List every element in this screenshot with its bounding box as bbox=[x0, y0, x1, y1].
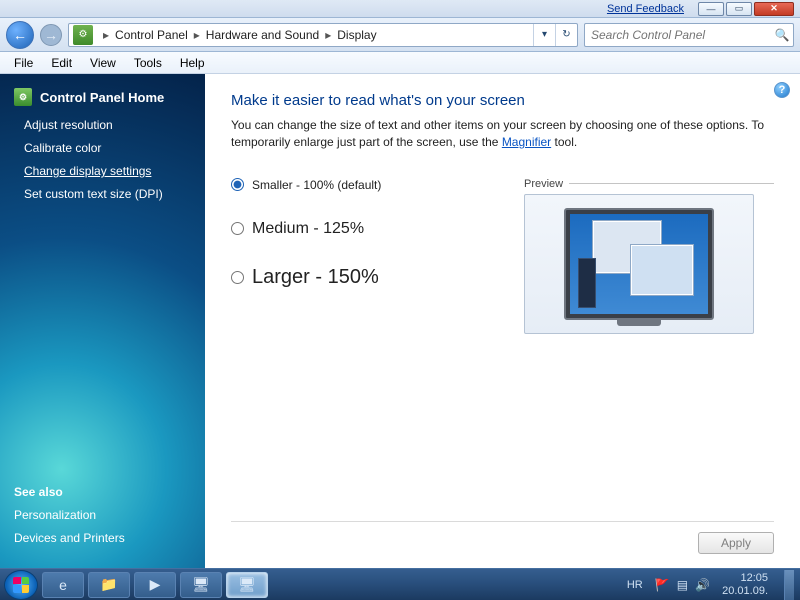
separator bbox=[231, 521, 774, 522]
maximize-button[interactable]: ▭ bbox=[726, 2, 752, 16]
label-medium: Medium - 125% bbox=[252, 220, 364, 238]
chevron-right-icon: ▸ bbox=[188, 28, 206, 42]
refresh-button[interactable]: ↻ bbox=[555, 24, 577, 46]
chevron-right-icon: ▸ bbox=[97, 28, 115, 42]
monitor-icon bbox=[564, 208, 714, 320]
taskbar-app1[interactable]: 🖥 bbox=[180, 572, 222, 598]
start-button[interactable] bbox=[4, 570, 38, 600]
label-larger: Larger - 150% bbox=[252, 266, 379, 289]
crumb-mid[interactable]: Hardware and Sound bbox=[206, 28, 319, 42]
sidebar-adjust-resolution[interactable]: Adjust resolution bbox=[24, 118, 191, 132]
menu-tools[interactable]: Tools bbox=[126, 54, 170, 72]
sidebar: ⚙ Control Panel Home Adjust resolution C… bbox=[0, 74, 205, 568]
menu-view[interactable]: View bbox=[82, 54, 124, 72]
taskbar-media-player[interactable]: ▶ bbox=[134, 572, 176, 598]
windows-flag-icon bbox=[13, 577, 29, 593]
tray-network-icon[interactable]: ▤ bbox=[677, 578, 688, 592]
show-desktop-button[interactable] bbox=[784, 570, 794, 600]
page-description: You can change the size of text and othe… bbox=[231, 117, 774, 152]
search-icon[interactable]: 🔍 bbox=[771, 28, 793, 42]
menu-help[interactable]: Help bbox=[172, 54, 213, 72]
sidebar-personalization[interactable]: Personalization bbox=[14, 508, 191, 522]
sidebar-custom-dpi[interactable]: Set custom text size (DPI) bbox=[24, 187, 191, 201]
window-titlebar: Send Feedback — ▭ ✕ bbox=[0, 0, 800, 18]
help-icon[interactable]: ? bbox=[774, 82, 790, 98]
sidebar-home-label: Control Panel Home bbox=[40, 90, 164, 105]
search-box[interactable]: 🔍 bbox=[584, 23, 794, 47]
clock[interactable]: 12:05 20.01.09. bbox=[722, 572, 768, 596]
send-feedback-link[interactable]: Send Feedback bbox=[607, 3, 684, 15]
option-larger[interactable]: Larger - 150% bbox=[231, 266, 484, 289]
tray-volume-icon[interactable]: 🔊 bbox=[695, 578, 710, 592]
control-panel-icon: ⚙ bbox=[14, 88, 32, 106]
menu-file[interactable]: File bbox=[6, 54, 41, 72]
desc-a: You can change the size of text and othe… bbox=[231, 118, 764, 149]
menu-edit[interactable]: Edit bbox=[43, 54, 80, 72]
preview-section: Preview bbox=[524, 178, 774, 334]
breadcrumb-dropdown[interactable]: ▾ bbox=[533, 24, 555, 46]
close-button[interactable]: ✕ bbox=[754, 2, 794, 16]
control-panel-home-link[interactable]: ⚙ Control Panel Home bbox=[14, 88, 191, 106]
see-also-heading: See also bbox=[14, 485, 191, 499]
minimize-button[interactable]: — bbox=[698, 2, 724, 16]
menu-bar: File Edit View Tools Help bbox=[0, 52, 800, 74]
tray-icons: 🚩 ▤ 🔊 bbox=[653, 578, 712, 592]
search-input[interactable] bbox=[585, 28, 771, 42]
clock-date: 20.01.09. bbox=[722, 585, 768, 597]
clock-time: 12:05 bbox=[722, 572, 768, 584]
scale-options: Smaller - 100% (default) Medium - 125% L… bbox=[231, 178, 484, 334]
navigation-bar: ← → ⚙ ▸ Control Panel ▸ Hardware and Sou… bbox=[0, 18, 800, 52]
desc-b: tool. bbox=[551, 135, 577, 149]
taskbar-display-active[interactable]: 🖥 bbox=[226, 572, 268, 598]
content-pane: ? Make it easier to read what's on your … bbox=[205, 74, 800, 568]
tray-flag-icon[interactable]: 🚩 bbox=[655, 578, 670, 592]
preview-divider bbox=[569, 183, 774, 184]
option-smaller[interactable]: Smaller - 100% (default) bbox=[231, 178, 484, 192]
taskbar-ie[interactable]: e bbox=[42, 572, 84, 598]
radio-smaller[interactable] bbox=[231, 178, 244, 191]
forward-button[interactable]: → bbox=[40, 24, 62, 46]
page-title: Make it easier to read what's on your sc… bbox=[231, 92, 774, 109]
apply-button[interactable]: Apply bbox=[698, 532, 774, 554]
sidebar-change-display-settings[interactable]: Change display settings bbox=[24, 164, 191, 178]
radio-larger[interactable] bbox=[231, 271, 244, 284]
taskbar-explorer[interactable]: 📁 bbox=[88, 572, 130, 598]
breadcrumb[interactable]: ⚙ ▸ Control Panel ▸ Hardware and Sound ▸… bbox=[68, 23, 578, 47]
radio-medium[interactable] bbox=[231, 222, 244, 235]
sidebar-calibrate-color[interactable]: Calibrate color bbox=[24, 141, 191, 155]
taskbar: e 📁 ▶ 🖥 🖥 HR 🚩 ▤ 🔊 12:05 20.01.09. bbox=[0, 568, 800, 600]
language-indicator[interactable]: HR bbox=[627, 579, 643, 591]
system-tray: HR 🚩 ▤ 🔊 12:05 20.01.09. bbox=[627, 570, 796, 600]
back-button[interactable]: ← bbox=[6, 21, 34, 49]
sidebar-devices-printers[interactable]: Devices and Printers bbox=[14, 531, 191, 545]
magnifier-link[interactable]: Magnifier bbox=[502, 135, 551, 149]
crumb-root[interactable]: Control Panel bbox=[115, 28, 188, 42]
crumb-leaf[interactable]: Display bbox=[337, 28, 376, 42]
control-panel-icon: ⚙ bbox=[73, 25, 93, 45]
preview-box bbox=[524, 194, 754, 334]
option-medium[interactable]: Medium - 125% bbox=[231, 220, 484, 238]
chevron-right-icon: ▸ bbox=[319, 28, 337, 42]
preview-label: Preview bbox=[524, 178, 563, 190]
label-smaller: Smaller - 100% (default) bbox=[252, 178, 381, 192]
